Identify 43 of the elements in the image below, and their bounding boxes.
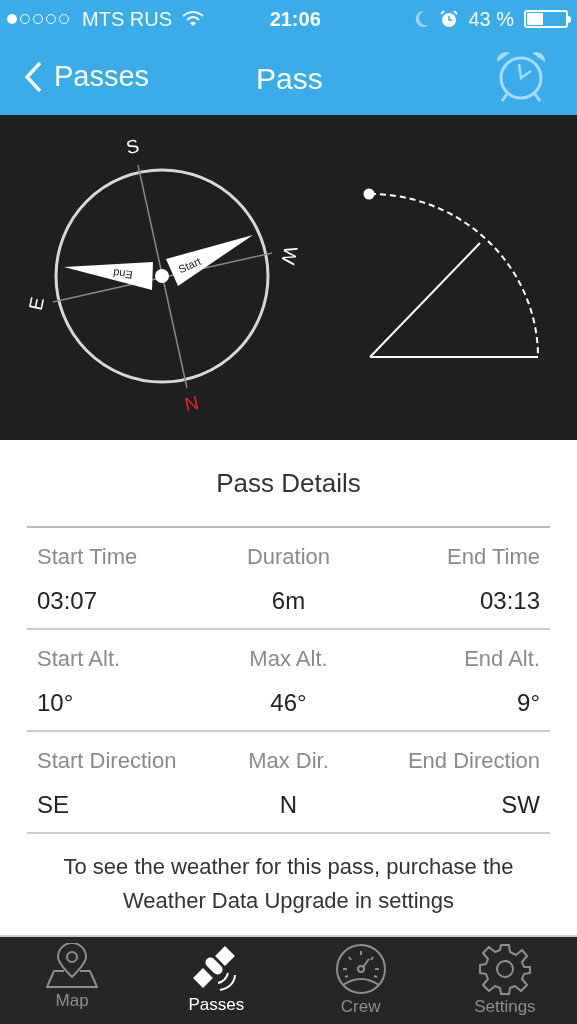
field-label: Start Direction xyxy=(37,747,178,775)
section-title: Pass Details xyxy=(27,440,550,528)
field-label: Max Alt. xyxy=(248,645,329,673)
field-label: Start Alt. xyxy=(37,645,122,673)
direction-needle: End xyxy=(64,262,153,290)
compass-direction-label: S xyxy=(124,134,142,159)
field-value: 46° xyxy=(269,688,308,718)
field-label: End Alt. xyxy=(463,645,540,673)
field-label: Start Time xyxy=(37,543,139,571)
chevron-left-icon xyxy=(24,60,42,93)
direction-needle: Start xyxy=(166,235,253,286)
field-value: SE xyxy=(37,790,70,820)
field-value: N xyxy=(278,790,299,820)
field-value: 9° xyxy=(516,688,540,718)
battery-percent: 43 % xyxy=(468,7,514,32)
back-link[interactable]: Passes xyxy=(24,54,150,99)
clock-time: 21:06 xyxy=(268,7,322,32)
wifi-icon xyxy=(182,11,204,27)
field-label: Duration xyxy=(245,543,332,571)
map-pin-icon xyxy=(46,943,99,989)
compass-direction-label: N xyxy=(182,391,201,416)
moon-icon xyxy=(414,10,431,28)
compass-direction-label: W xyxy=(277,244,302,267)
tab-bar-item[interactable]: Settings xyxy=(432,943,577,1024)
tab-bar-item[interactable]: Passes xyxy=(144,943,289,1024)
battery-icon xyxy=(524,10,571,28)
carrier-name: MTS RUS xyxy=(82,7,172,32)
field-label: End Direction xyxy=(406,747,540,775)
field-value: 03:13 xyxy=(478,586,540,616)
field-label: Max Dir. xyxy=(247,747,330,775)
field-label: End Time xyxy=(446,543,540,571)
speedometer-icon xyxy=(334,943,387,995)
upgrade-message: To see the weather for this pass, purchase the Weather Data Upgrade in settings xyxy=(62,853,515,915)
settings-icon xyxy=(478,943,531,995)
tab-bar-item[interactable]: Map xyxy=(0,943,145,1024)
tab-bar-item[interactable]: Crew xyxy=(288,943,433,1024)
field-value: 10° xyxy=(37,688,75,718)
field-value: 03:07 xyxy=(37,586,99,616)
screen-title: Pass xyxy=(256,61,323,97)
alarm-icon xyxy=(440,10,459,28)
field-value: SW xyxy=(500,790,540,820)
compass-direction-label: E xyxy=(24,295,49,313)
field-value: 6m xyxy=(270,586,307,616)
